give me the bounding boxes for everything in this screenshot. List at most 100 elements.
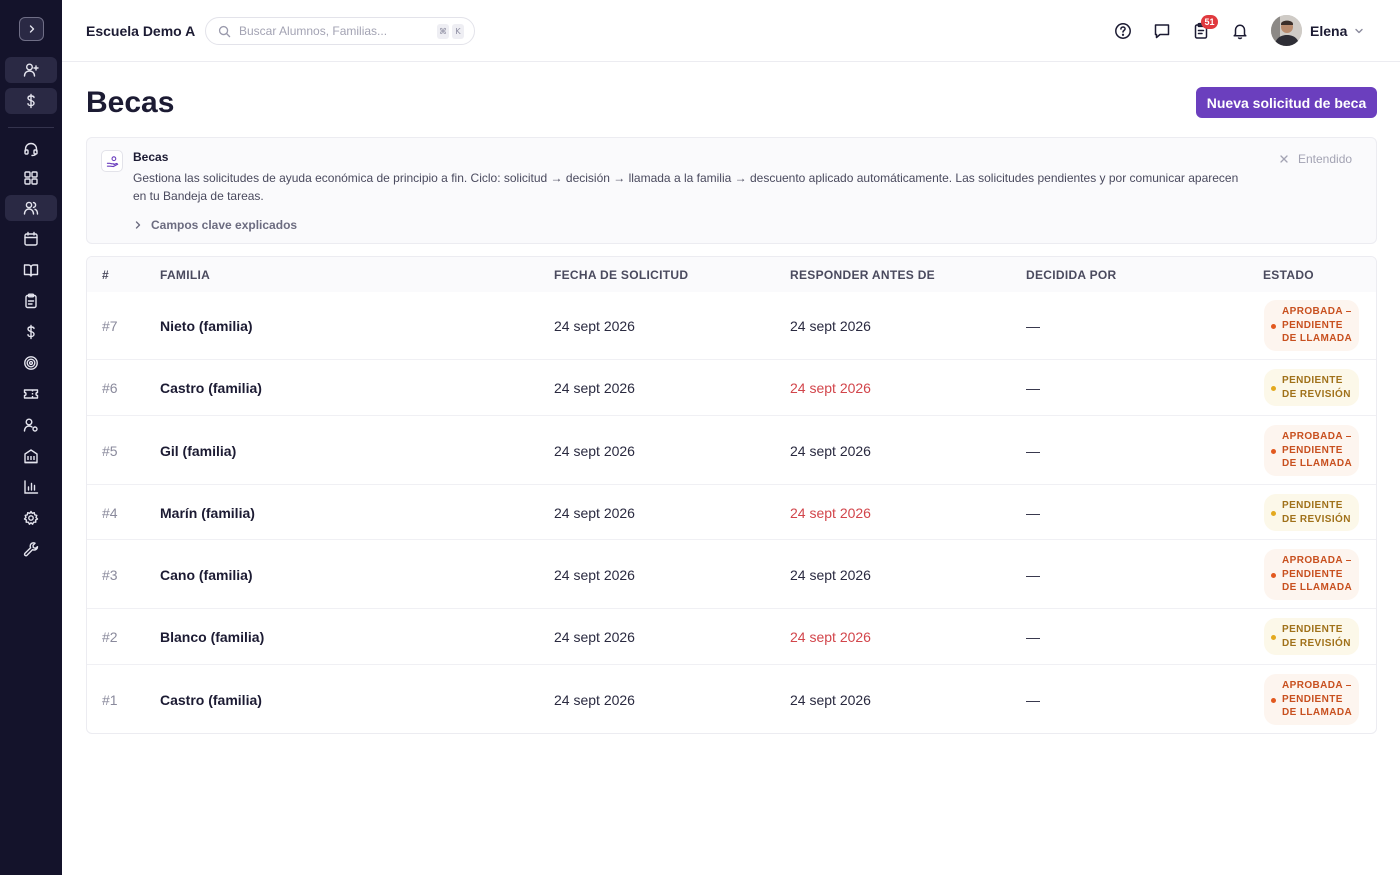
sidebar-item-families[interactable]	[5, 195, 57, 221]
chevron-down-icon[interactable]	[1352, 24, 1366, 38]
sidebar-item-dashboard[interactable]	[5, 165, 57, 191]
notifications-button[interactable]	[1230, 21, 1250, 41]
sidebar-item-tools[interactable]	[5, 536, 57, 562]
dismiss-button[interactable]: Entendido	[1279, 152, 1352, 166]
table-row[interactable]: #6 Castro (familia) 24 sept 2026 24 sept 20…	[87, 360, 1376, 416]
avatar[interactable]	[1271, 15, 1302, 46]
status-badge: APROBADA – PENDIENTE DE LLAMADA	[1264, 300, 1359, 352]
table-row[interactable]: #1 Castro (familia) 24 sept 2026 24 sept 20…	[87, 665, 1376, 733]
key-fields-label: Campos clave explicados	[151, 218, 298, 232]
info-banner-icon	[101, 150, 123, 172]
row-requested-date: 24 sept 2026	[554, 380, 635, 396]
column-header-family[interactable]: FAMILIA	[160, 268, 210, 282]
row-number: #1	[102, 692, 118, 708]
row-family[interactable]: Nieto (familia)	[160, 318, 253, 334]
sidebar	[0, 0, 62, 875]
table-row[interactable]: #7 Nieto (familia) 24 sept 2026 24 sept 202…	[87, 292, 1376, 360]
row-respond-by-date: 24 sept 2026	[790, 318, 871, 334]
status-dot-icon	[1271, 448, 1276, 454]
row-decided-by: —	[1026, 567, 1040, 583]
status-badge: PENDIENTE DE REVISIÓN	[1264, 369, 1359, 407]
column-header-number[interactable]: #	[102, 268, 109, 282]
row-requested-date: 24 sept 2026	[554, 692, 635, 708]
sidebar-item-admissions[interactable]	[5, 57, 57, 83]
table-row[interactable]: #2 Blanco (familia) 24 sept 2026 24 sept 20…	[87, 609, 1376, 665]
status-badge: PENDIENTE DE REVISIÓN	[1264, 618, 1359, 656]
row-family[interactable]: Marín (familia)	[160, 505, 255, 521]
sidebar-divider	[8, 127, 54, 128]
clipboard-icon	[25, 293, 37, 309]
building-icon	[24, 449, 38, 464]
messages-button[interactable]	[1152, 21, 1172, 41]
row-respond-by-date: 24 sept 2026	[790, 692, 871, 708]
row-family[interactable]: Castro (familia)	[160, 692, 262, 708]
help-button[interactable]	[1113, 21, 1133, 41]
row-number: #4	[102, 505, 118, 521]
row-family[interactable]: Cano (familia)	[160, 567, 253, 583]
page-title: Becas	[86, 86, 175, 119]
status-label: PENDIENTE DE REVISIÓN	[1282, 375, 1351, 400]
user-settings-icon	[23, 418, 38, 432]
row-family[interactable]: Castro (familia)	[160, 380, 262, 396]
add-user-icon	[23, 63, 39, 77]
user-name[interactable]: Elena	[1310, 23, 1347, 39]
row-decided-by: —	[1026, 443, 1040, 459]
dollar-icon	[27, 93, 35, 109]
help-icon	[1115, 23, 1131, 39]
row-decided-by: —	[1026, 692, 1040, 708]
key-fields-toggle[interactable]: Campos clave explicados	[133, 218, 297, 232]
column-header-status[interactable]: ESTADO	[1263, 268, 1314, 282]
sidebar-item-calendar[interactable]	[5, 226, 57, 252]
row-family[interactable]: Gil (familia)	[160, 443, 236, 459]
status-badge: APROBADA – PENDIENTE DE LLAMADA	[1264, 425, 1359, 477]
sidebar-item-courses[interactable]	[5, 257, 57, 283]
row-number: #3	[102, 567, 118, 583]
dollar-icon	[27, 324, 35, 340]
table-row[interactable]: #4 Marín (familia) 24 sept 2026 24 sept 202…	[87, 485, 1376, 540]
sidebar-item-settings[interactable]	[5, 505, 57, 531]
info-banner-text: Gestiona las solicitudes de ayuda económ…	[133, 171, 1239, 203]
row-respond-by-date: 24 sept 2026	[790, 629, 871, 645]
row-number: #7	[102, 318, 118, 334]
sidebar-item-billing[interactable]	[5, 88, 57, 114]
row-requested-date: 24 sept 2026	[554, 505, 635, 521]
status-badge: APROBADA – PENDIENTE DE LLAMADA	[1264, 674, 1359, 726]
headset-icon	[24, 142, 38, 157]
row-decided-by: —	[1026, 318, 1040, 334]
table-row[interactable]: #3 Cano (familia) 24 sept 2026 24 sept 2026…	[87, 540, 1376, 609]
column-header-requested[interactable]: FECHA DE SOLICITUD	[554, 268, 688, 282]
status-badge: APROBADA – PENDIENTE DE LLAMADA	[1264, 549, 1359, 601]
column-header-decided-by[interactable]: DECIDIDA POR	[1026, 268, 1117, 282]
row-respond-by-date: 24 sept 2026	[790, 380, 871, 396]
status-label: PENDIENTE DE REVISIÓN	[1282, 624, 1351, 649]
sidebar-item-goals[interactable]	[5, 350, 57, 376]
sidebar-item-support[interactable]	[5, 136, 57, 162]
row-family[interactable]: Blanco (familia)	[160, 629, 264, 645]
table-row[interactable]: #5 Gil (familia) 24 sept 2026 24 sept 2026 —…	[87, 416, 1376, 485]
column-header-respond-by[interactable]: RESPONDER ANTES DE	[790, 268, 935, 282]
row-decided-by: —	[1026, 505, 1040, 521]
sidebar-item-tasks[interactable]	[5, 288, 57, 314]
status-dot-icon	[1271, 697, 1276, 703]
sidebar-item-school[interactable]	[5, 443, 57, 469]
expand-sidebar-button[interactable]	[19, 17, 44, 41]
status-label: APROBADA – PENDIENTE DE LLAMADA	[1282, 306, 1353, 345]
table-header: # FAMILIA FECHA DE SOLICITUD RESPONDER A…	[87, 257, 1376, 292]
row-respond-by-date: 24 sept 2026	[790, 443, 871, 459]
school-name[interactable]: Escuela Demo A	[86, 23, 195, 39]
sidebar-item-events[interactable]	[5, 381, 57, 407]
user-avatar-icon	[1271, 15, 1302, 46]
sidebar-item-reports[interactable]	[5, 474, 57, 500]
ticket-icon	[23, 389, 39, 399]
status-label: APROBADA – PENDIENTE DE LLAMADA	[1282, 680, 1353, 719]
sidebar-item-payments[interactable]	[5, 319, 57, 345]
status-dot-icon	[1271, 510, 1276, 516]
bell-icon	[1233, 24, 1247, 40]
dismiss-label: Entendido	[1298, 152, 1353, 166]
row-respond-by-date: 24 sept 2026	[790, 505, 871, 521]
search-input[interactable]	[239, 24, 419, 38]
new-scholarship-button[interactable]: Nueva solicitud de beca	[1196, 87, 1377, 118]
search-box[interactable]: ⌘ K	[205, 17, 475, 45]
status-label: APROBADA – PENDIENTE DE LLAMADA	[1282, 555, 1353, 594]
sidebar-item-staff[interactable]	[5, 412, 57, 438]
